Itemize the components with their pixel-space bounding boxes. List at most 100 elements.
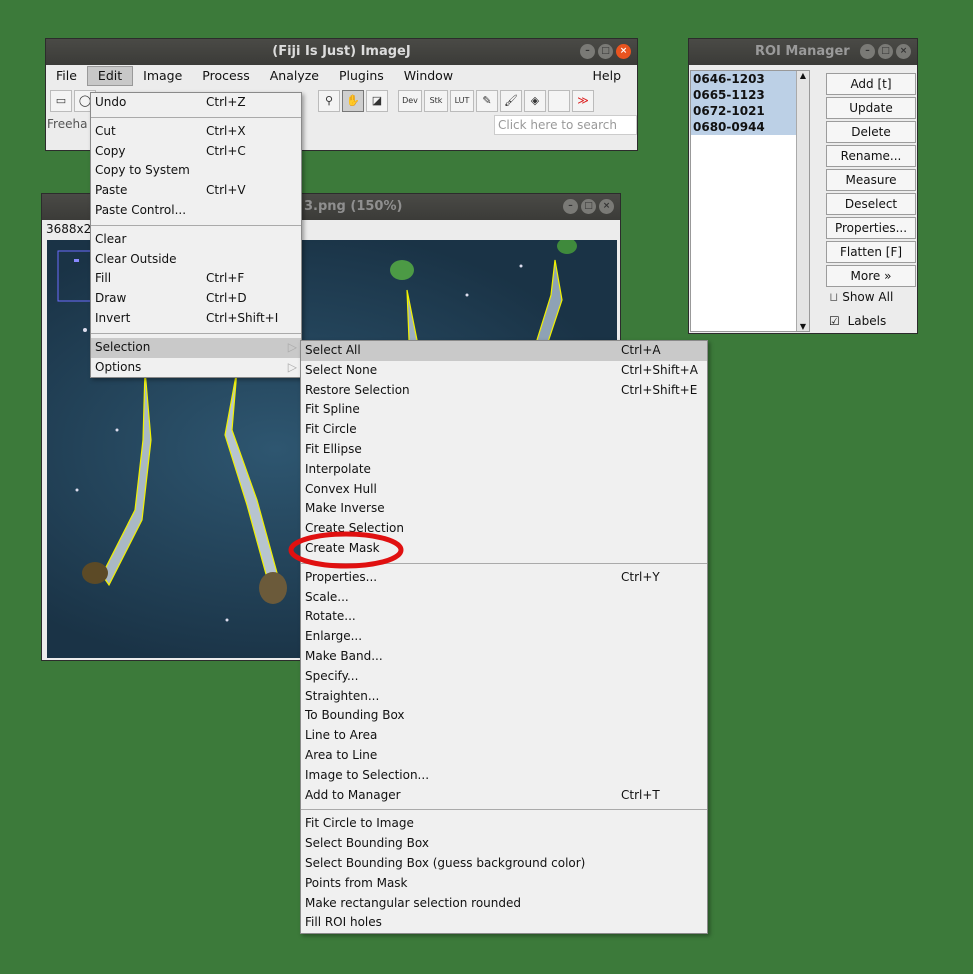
close-icon[interactable]: ×	[616, 44, 631, 59]
selection-item-straighten[interactable]: Straighten...	[301, 687, 707, 707]
rectangle-tool-icon[interactable]: ▭	[50, 90, 72, 112]
menu-item-paste[interactable]: Paste Ctrl+V	[91, 181, 301, 201]
selection-item-select-none[interactable]: Select None Ctrl+Shift+A	[301, 361, 707, 381]
selection-item-select-bounding-box-guess-background-color[interactable]: Select Bounding Box (guess background co…	[301, 854, 707, 874]
roi-button-more[interactable]: More »	[826, 265, 916, 287]
selection-item-to-bounding-box[interactable]: To Bounding Box	[301, 706, 707, 726]
menu-item-label: Line to Area	[305, 728, 378, 743]
speck	[75, 488, 79, 492]
selection-item-rotate[interactable]: Rotate...	[301, 607, 707, 627]
selection-item-fit-ellipse[interactable]: Fit Ellipse	[301, 440, 707, 460]
selection-item-select-all[interactable]: Select All Ctrl+A	[301, 341, 707, 361]
selection-item-enlarge[interactable]: Enlarge...	[301, 627, 707, 647]
hand-tool-icon[interactable]: ✋	[342, 90, 364, 112]
menu-item-draw[interactable]: Draw Ctrl+D	[91, 289, 301, 309]
menu-analyze[interactable]: Analyze	[260, 65, 329, 87]
menu-item-label: Fit Circle to Image	[305, 816, 414, 831]
menu-plugins[interactable]: Plugins	[329, 65, 394, 87]
scrollbar[interactable]: ▲ ▼	[796, 71, 809, 331]
menu-window[interactable]: Window	[394, 65, 463, 87]
minimize-icon[interactable]: –	[580, 44, 595, 59]
stk-tool-button[interactable]: Stk	[424, 90, 448, 112]
menu-item-paste-control[interactable]: Paste Control...	[91, 201, 301, 221]
dev-tool-button[interactable]: Dev	[398, 90, 422, 112]
selection-item-fill-roi-holes[interactable]: Fill ROI holes	[301, 913, 707, 933]
menu-item-undo[interactable]: Undo Ctrl+Z	[91, 93, 301, 113]
maximize-icon[interactable]: □	[878, 44, 893, 59]
roi-list[interactable]: 0646-1203 0665-1123 0672-1021 0680-0944 ▲ ▼	[690, 70, 810, 332]
menu-item-options[interactable]: Options ▷	[91, 358, 301, 378]
selection-item-scale[interactable]: Scale...	[301, 588, 707, 608]
menu-item-clear[interactable]: Clear	[91, 230, 301, 250]
roi-button-measure[interactable]: Measure	[826, 169, 916, 191]
menu-item-shortcut: Ctrl+X	[206, 123, 246, 138]
minimize-icon[interactable]: –	[563, 199, 578, 214]
roi-button-update[interactable]: Update	[826, 97, 916, 119]
roi-list-item[interactable]: 0646-1203	[691, 71, 809, 87]
roi-button-properties[interactable]: Properties...	[826, 217, 916, 239]
minimize-icon[interactable]: –	[860, 44, 875, 59]
menu-process[interactable]: Process	[192, 65, 259, 87]
speck	[465, 293, 469, 297]
selection-item-points-from-mask[interactable]: Points from Mask	[301, 874, 707, 894]
menu-help[interactable]: Help	[583, 65, 632, 87]
menu-item-label: Add to Manager	[305, 787, 401, 802]
selection-item-area-to-line[interactable]: Area to Line	[301, 746, 707, 766]
selection-item-make-band[interactable]: Make Band...	[301, 647, 707, 667]
menu-separator	[91, 224, 301, 226]
magnifier-tool-icon[interactable]: ⚲	[318, 90, 340, 112]
roi-button-deselect[interactable]: Deselect	[826, 193, 916, 215]
scroll-up-icon[interactable]: ▲	[797, 71, 809, 80]
selection-item-convex-hull[interactable]: Convex Hull	[301, 480, 707, 500]
roi-button-rename[interactable]: Rename...	[826, 145, 916, 167]
menu-item-shortcut: Ctrl+D	[206, 291, 247, 306]
more-tools-icon[interactable]: ≫	[572, 90, 594, 112]
selection-item-fit-circle[interactable]: Fit Circle	[301, 420, 707, 440]
labels-checkbox[interactable]: ☑ Labels	[829, 314, 886, 328]
color-picker-tool-icon[interactable]: ◪	[366, 90, 388, 112]
search-input[interactable]: Click here to search	[494, 115, 637, 135]
selection-item-properties[interactable]: Properties... Ctrl+Y	[301, 568, 707, 588]
imagej-titlebar[interactable]: (Fiji Is Just) ImageJ – □ ×	[46, 39, 637, 65]
selection-item-interpolate[interactable]: Interpolate	[301, 460, 707, 480]
roi-list-item[interactable]: 0680-0944	[691, 119, 809, 135]
selection-item-line-to-area[interactable]: Line to Area	[301, 726, 707, 746]
show-all-checkbox[interactable]: ⊔ Show All	[829, 290, 893, 304]
selection-item-image-to-selection[interactable]: Image to Selection...	[301, 766, 707, 786]
menu-item-selection[interactable]: Selection ▷	[91, 337, 301, 358]
scroll-down-icon[interactable]: ▼	[797, 322, 809, 331]
selection-item-fit-spline[interactable]: Fit Spline	[301, 400, 707, 420]
menu-item-copy-to-system[interactable]: Copy to System	[91, 161, 301, 181]
close-icon[interactable]: ×	[599, 199, 614, 214]
maximize-icon[interactable]: □	[598, 44, 613, 59]
roi-manager-titlebar[interactable]: ROI Manager – □ ×	[689, 39, 917, 65]
lut-tool-button[interactable]: LUT	[450, 90, 474, 112]
menu-item-shortcut: Ctrl+F	[206, 271, 245, 286]
selection-item-restore-selection[interactable]: Restore Selection Ctrl+Shift+E	[301, 381, 707, 401]
selection-item-fit-circle-to-image[interactable]: Fit Circle to Image	[301, 814, 707, 834]
selection-item-add-to-manager[interactable]: Add to Manager Ctrl+T	[301, 786, 707, 806]
menu-image[interactable]: Image	[133, 65, 192, 87]
roi-list-item[interactable]: 0665-1123	[691, 87, 809, 103]
menu-item-copy[interactable]: Copy Ctrl+C	[91, 142, 301, 162]
menu-item-invert[interactable]: Invert Ctrl+Shift+I	[91, 309, 301, 329]
selection-item-select-bounding-box[interactable]: Select Bounding Box	[301, 834, 707, 854]
roi-list-item[interactable]: 0672-1021	[691, 103, 809, 119]
menu-edit[interactable]: Edit	[86, 66, 134, 86]
flood-fill-tool-icon[interactable]: ◈	[524, 90, 546, 112]
roi-button-delete[interactable]: Delete	[826, 121, 916, 143]
menu-item-fill[interactable]: Fill Ctrl+F	[91, 269, 301, 289]
selection-item-make-rectangular-selection-rounded[interactable]: Make rectangular selection rounded	[301, 894, 707, 914]
menu-item-clear-outside[interactable]: Clear Outside	[91, 250, 301, 270]
maximize-icon[interactable]: □	[581, 199, 596, 214]
roi-button-add-t[interactable]: Add [t]	[826, 73, 916, 95]
close-icon[interactable]: ×	[896, 44, 911, 59]
selection-item-specify[interactable]: Specify...	[301, 667, 707, 687]
pencil-tool-icon[interactable]: ✎	[476, 90, 498, 112]
empty-tool-slot[interactable]	[548, 90, 570, 112]
roi-button-flatten-f[interactable]: Flatten [F]	[826, 241, 916, 263]
brush-tool-icon[interactable]: 🖌	[500, 90, 522, 112]
selection-item-make-inverse[interactable]: Make Inverse	[301, 499, 707, 519]
menu-item-cut[interactable]: Cut Ctrl+X	[91, 122, 301, 142]
menu-file[interactable]: File	[46, 65, 87, 87]
